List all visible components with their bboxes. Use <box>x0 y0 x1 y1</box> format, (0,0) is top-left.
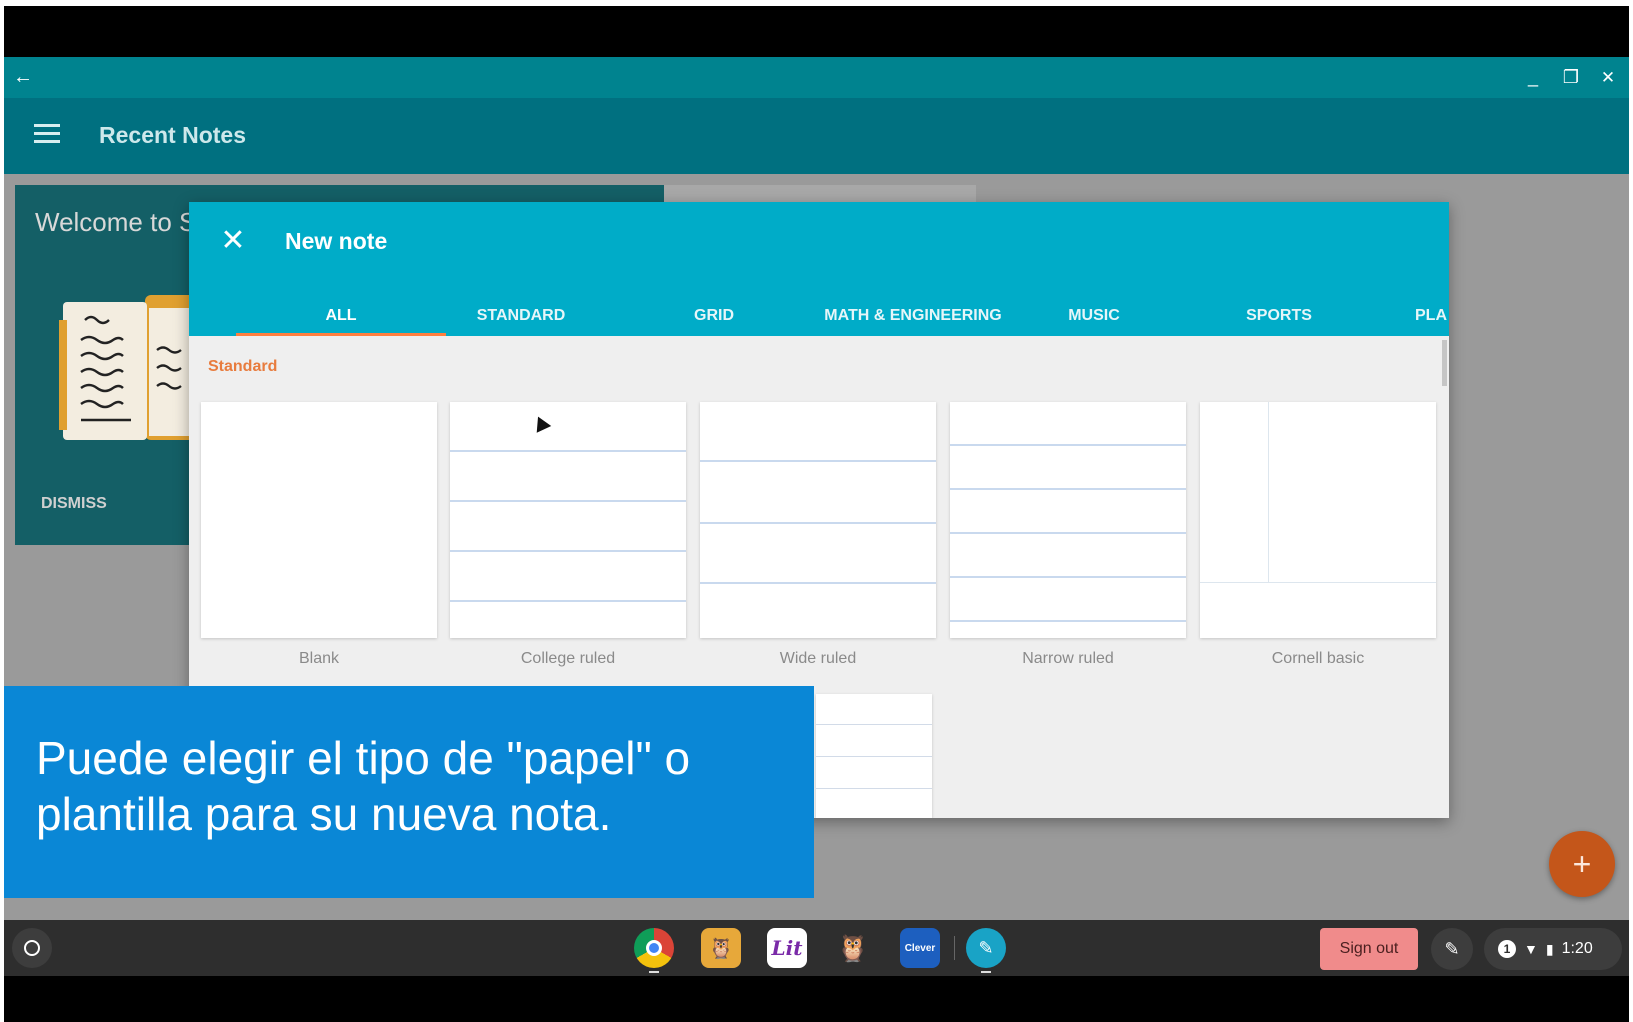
dismiss-button[interactable]: DISMISS <box>41 495 107 513</box>
chromebook-screen: ← _ ❐ ✕ Recent Notes Welcome to S DISMIS… <box>4 6 1629 1022</box>
owl-app-icon[interactable]: 🦉 <box>701 928 741 968</box>
dialog-header: ✕ New note ALL STANDARD GRID MATH & ENGI… <box>189 202 1449 336</box>
hamburger-icon[interactable] <box>34 124 60 144</box>
back-arrow-icon[interactable]: ← <box>6 57 40 98</box>
tab-grid[interactable]: GRID <box>669 298 759 336</box>
template-label: College ruled <box>520 650 616 667</box>
caption-overlay: Puede elegir el tipo de "papel" o planti… <box>4 686 814 898</box>
template-narrow-ruled[interactable] <box>950 402 1186 638</box>
status-tray[interactable]: 1 ▼ ▮ 1:20 <box>1484 928 1622 970</box>
clever-icon[interactable]: Clever <box>900 928 940 968</box>
tab-math-engineering[interactable]: MATH & ENGINEERING <box>813 298 1013 336</box>
template-cornell-basic[interactable] <box>1200 402 1436 638</box>
sign-out-button[interactable]: Sign out <box>1320 928 1418 970</box>
caption-text: Puede elegir el tipo de "papel" o planti… <box>36 732 691 840</box>
wifi-icon: ▼ <box>1524 941 1538 957</box>
shelf-divider <box>954 936 955 960</box>
lit-app-icon[interactable]: Lit <box>767 928 807 968</box>
tab-standard[interactable]: STANDARD <box>446 298 596 336</box>
section-label-standard: Standard <box>208 358 278 375</box>
close-window-button[interactable]: ✕ <box>1591 57 1625 98</box>
clock-time: 1:20 <box>1561 940 1593 957</box>
page-title: Recent Notes <box>99 122 246 148</box>
template-blank[interactable] <box>201 402 437 638</box>
notification-badge: 1 <box>1498 940 1516 958</box>
window-title-bar: ← _ ❐ ✕ <box>4 57 1629 98</box>
template-label: Cornell basic <box>1271 650 1365 667</box>
stylus-pen-icon[interactable]: ✎ <box>1431 928 1473 970</box>
app-toolbar: Recent Notes <box>4 98 1629 174</box>
duolingo-icon[interactable]: 🦉 <box>833 928 873 968</box>
tab-music[interactable]: MUSIC <box>1049 298 1139 336</box>
template-label: Wide ruled <box>779 650 857 667</box>
template-college-ruled[interactable] <box>450 402 686 638</box>
minimize-button[interactable]: _ <box>1516 57 1550 98</box>
template-wide-ruled[interactable] <box>700 402 936 638</box>
welcome-title: Welcome to S <box>35 207 197 237</box>
battery-icon: ▮ <box>1545 940 1554 957</box>
squid-app-icon[interactable]: ✎ <box>966 928 1006 968</box>
chrome-icon[interactable] <box>634 928 674 968</box>
dialog-title: New note <box>285 228 388 254</box>
tab-all[interactable]: ALL <box>236 298 446 336</box>
chromeos-shelf: 🦉 Lit 🦉 Clever ✎ Sign out ✎ 1 ▼ ▮ 1:20 <box>4 920 1629 976</box>
add-note-button[interactable]: + <box>1549 831 1615 897</box>
template-label: Blank <box>298 650 340 667</box>
launcher-button[interactable] <box>12 928 52 968</box>
dialog-scrollbar[interactable] <box>1442 340 1447 386</box>
template-label: Narrow ruled <box>1022 650 1114 667</box>
running-indicator <box>981 971 991 973</box>
template-partial[interactable] <box>816 694 932 818</box>
tab-sports[interactable]: SPORTS <box>1229 298 1329 336</box>
tab-planner[interactable]: PLA <box>1415 298 1449 336</box>
running-indicator <box>649 971 659 973</box>
restore-button[interactable]: ❐ <box>1554 57 1588 98</box>
launcher-circle-icon <box>24 940 40 956</box>
close-icon[interactable]: ✕ <box>215 222 251 258</box>
